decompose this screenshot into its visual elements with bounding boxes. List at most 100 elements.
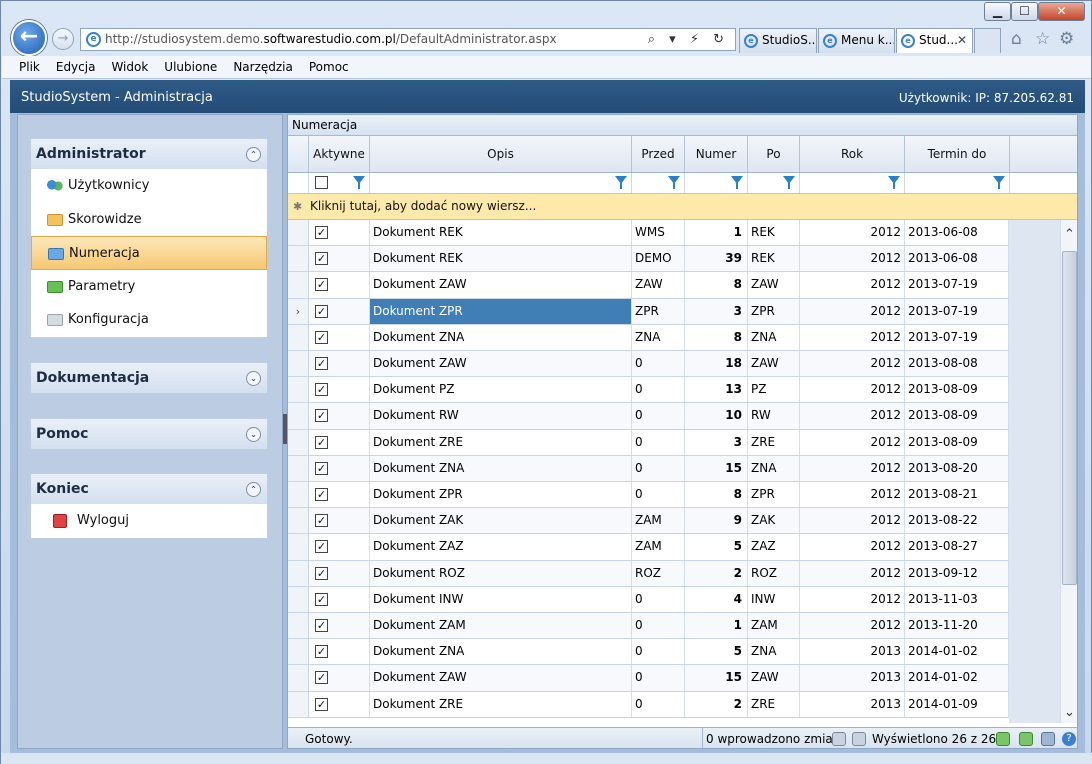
cell-po[interactable]: ZAZ: [748, 534, 800, 560]
active-checkbox[interactable]: ✓: [315, 514, 328, 528]
cell-przed[interactable]: DEMO: [632, 246, 685, 272]
active-checkbox[interactable]: ✓: [315, 645, 328, 659]
cell-po[interactable]: ZPR: [748, 298, 800, 324]
filter-checkbox[interactable]: [315, 176, 328, 189]
row-indicator[interactable]: [288, 613, 309, 639]
table-row[interactable]: ✓ Dokument ZNA ZNA 8 ZNA 2012 2013-07-19: [288, 324, 1009, 351]
cell-aktywne[interactable]: ✓: [309, 403, 370, 429]
cell-rok[interactable]: 2012: [800, 508, 905, 534]
cell-po[interactable]: ZAK: [748, 508, 800, 534]
cell-termin[interactable]: 2013-09-12: [905, 560, 1009, 586]
cell-po[interactable]: ZAW: [748, 272, 800, 298]
filter-opis[interactable]: [370, 173, 632, 193]
cell-opis[interactable]: Dokument ZPR: [370, 298, 632, 324]
scroll-up-icon[interactable]: ⌃: [1061, 225, 1077, 245]
cell-aktywne[interactable]: ✓: [309, 272, 370, 298]
cell-przed[interactable]: ZPR: [632, 298, 685, 324]
cell-numer[interactable]: 5: [685, 534, 748, 560]
cell-przed[interactable]: 0: [632, 613, 685, 639]
scroll-thumb[interactable]: [1062, 251, 1077, 585]
cell-opis[interactable]: Dokument INW: [370, 586, 632, 612]
active-checkbox[interactable]: ✓: [315, 278, 328, 292]
table-row[interactable]: ✓ Dokument ZAK ZAM 9 ZAK 2012 2013-08-22: [288, 508, 1009, 535]
cell-opis[interactable]: Dokument ZAK: [370, 508, 632, 534]
menu-plik[interactable]: Plik: [2, 56, 48, 78]
cell-aktywne[interactable]: ✓: [309, 455, 370, 481]
cell-po[interactable]: REK: [748, 220, 800, 246]
cell-przed[interactable]: WMS: [632, 220, 685, 246]
cell-numer[interactable]: 9: [685, 508, 748, 534]
active-checkbox[interactable]: ✓: [315, 488, 328, 501]
row-indicator[interactable]: [288, 324, 309, 350]
filter-numer[interactable]: [685, 173, 748, 193]
cell-po[interactable]: REK: [748, 246, 800, 272]
cell-opis[interactable]: Dokument ZNA: [370, 324, 632, 350]
add-new-row[interactable]: ✱ Kliknij tutaj, aby dodać nowy wiersz..…: [288, 194, 1077, 220]
expand-chevron-icon[interactable]: ⌄: [246, 427, 261, 442]
active-checkbox[interactable]: ✓: [315, 226, 328, 239]
row-indicator[interactable]: [288, 246, 309, 272]
row-indicator[interactable]: [288, 429, 309, 455]
active-checkbox[interactable]: ✓: [315, 461, 328, 475]
cell-aktywne[interactable]: ✓: [309, 246, 370, 272]
cell-aktywne[interactable]: ✓: [309, 377, 370, 403]
cell-numer[interactable]: 3: [685, 298, 748, 324]
nav-item-konfiguracja[interactable]: Konfiguracja: [31, 303, 267, 337]
cell-aktywne[interactable]: ✓: [309, 220, 370, 246]
cell-po[interactable]: ROZ: [748, 560, 800, 586]
cell-opis[interactable]: Dokument ZNA: [370, 455, 632, 481]
column-header-opis[interactable]: Opis: [370, 136, 632, 172]
cell-po[interactable]: ZNA: [748, 455, 800, 481]
cell-przed[interactable]: 0: [632, 639, 685, 665]
cell-termin[interactable]: 2013-08-27: [905, 534, 1009, 560]
cell-przed[interactable]: 0: [632, 586, 685, 612]
table-row[interactable]: ✓ Dokument ZAW ZAW 8 ZAW 2012 2013-07-19: [288, 272, 1009, 299]
table-row[interactable]: ✓ Dokument ZAZ ZAM 5 ZAZ 2012 2013-08-27: [288, 534, 1009, 561]
current-row-indicator-icon[interactable]: ›: [288, 298, 309, 324]
help-icon[interactable]: ?: [1062, 732, 1076, 746]
cell-numer[interactable]: 2: [685, 691, 748, 717]
menu-narzedzia[interactable]: Narzędzia: [225, 56, 301, 78]
cell-opis[interactable]: Dokument ZRE: [370, 429, 632, 455]
browser-tab-3-active[interactable]: e Stud... ✕: [896, 28, 973, 53]
cell-aktywne[interactable]: ✓: [309, 508, 370, 534]
cell-aktywne[interactable]: ✓: [309, 298, 370, 324]
cell-termin[interactable]: 2013-08-09: [905, 429, 1009, 455]
collapse-chevron-icon[interactable]: ⌃: [246, 147, 261, 162]
cell-przed[interactable]: ZAM: [632, 508, 685, 534]
row-indicator[interactable]: [288, 560, 309, 586]
cell-aktywne[interactable]: ✓: [309, 482, 370, 508]
column-header-aktywne[interactable]: Aktywne: [309, 136, 370, 172]
cell-aktywne[interactable]: ✓: [309, 534, 370, 560]
table-row[interactable]: ✓ Dokument INW 0 4 INW 2012 2013-11-03: [288, 586, 1009, 613]
cell-rok[interactable]: 2012: [800, 272, 905, 298]
nav-item-numeracja[interactable]: Numeracja: [31, 236, 267, 270]
settings-gear-icon[interactable]: ⚙: [1059, 29, 1074, 49]
cell-po[interactable]: ZNA: [748, 639, 800, 665]
active-checkbox[interactable]: ✓: [315, 409, 328, 423]
cell-rok[interactable]: 2012: [800, 351, 905, 377]
close-window-button[interactable]: ✕: [1038, 2, 1085, 21]
cell-rok[interactable]: 2013: [800, 691, 905, 717]
filter-funnel-icon[interactable]: [731, 176, 743, 189]
cell-opis[interactable]: Dokument ZAW: [370, 351, 632, 377]
cell-przed[interactable]: 0: [632, 429, 685, 455]
cell-termin[interactable]: 2014-01-02: [905, 639, 1009, 665]
cell-po[interactable]: PZ: [748, 377, 800, 403]
filter-aktywne[interactable]: [309, 173, 370, 193]
cell-rok[interactable]: 2012: [800, 613, 905, 639]
cell-aktywne[interactable]: ✓: [309, 586, 370, 612]
back-button[interactable]: ←: [11, 20, 47, 56]
nav-item-skorowidze[interactable]: Skorowidze: [31, 203, 267, 237]
row-indicator[interactable]: [288, 691, 309, 717]
filter-funnel-icon[interactable]: [615, 176, 627, 189]
cell-rok[interactable]: 2013: [800, 639, 905, 665]
cell-rok[interactable]: 2012: [800, 298, 905, 324]
cell-rok[interactable]: 2012: [800, 455, 905, 481]
table-row[interactable]: ✓ Dokument ZPR 0 8 ZPR 2012 2013-08-21: [288, 482, 1009, 509]
cell-rok[interactable]: 2013: [800, 665, 905, 691]
address-actions-icons[interactable]: ⌕ ▾ ⚡ ↻: [648, 29, 729, 50]
cell-numer[interactable]: 4: [685, 586, 748, 612]
cell-przed[interactable]: ZNA: [632, 324, 685, 350]
filter-funnel-icon[interactable]: [783, 176, 795, 189]
